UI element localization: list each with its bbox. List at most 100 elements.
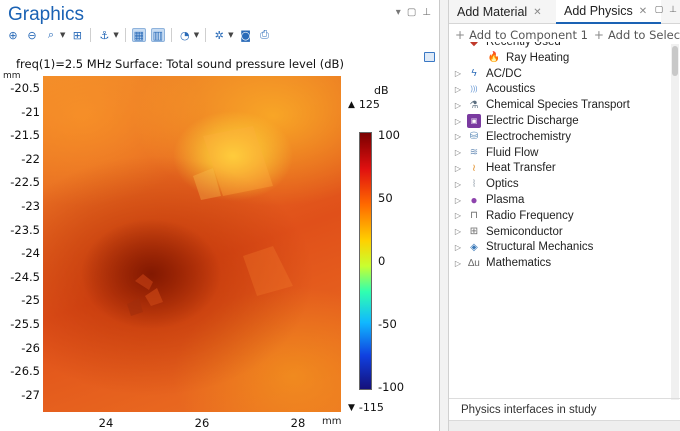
camera-icon[interactable]: ◙ <box>239 28 253 42</box>
tree-item-radio-frequency[interactable]: ▷ ⊓ Radio Frequency <box>449 208 574 224</box>
electrochemistry-icon: ⛁ <box>469 131 479 143</box>
surface-detail-overlay <box>127 126 293 316</box>
chevron-down-icon[interactable]: ▼ <box>60 31 65 39</box>
chevron-down-icon[interactable]: ▾ <box>396 7 401 18</box>
electric-discharge-icon: ▣ <box>467 114 481 128</box>
y-tick-label: -27 <box>21 387 40 402</box>
chevron-right-icon[interactable]: ▷ <box>449 69 467 78</box>
graphics-panel: Graphics ▾ ▢ ⊥ ⊕ ⊖ ⌕ ▼ ⊞ ⚓ ▼ ▦ ▥ ◔ ▼ ✲ ▼… <box>0 0 440 431</box>
rotate-icon[interactable]: ✲ <box>212 28 226 42</box>
panel-tabs: Add Material ✕ Add Physics ✕ ▢ ⊥ <box>449 0 680 24</box>
tree-item-label: Plasma <box>486 194 525 206</box>
scrollbar-thumb[interactable] <box>672 46 678 76</box>
tab-add-physics[interactable]: Add Physics ✕ <box>556 0 661 24</box>
zoom-extents-icon[interactable]: ⊞ <box>70 28 84 42</box>
tree-item-fluid-flow[interactable]: ▷ ≋ Fluid Flow <box>449 145 538 161</box>
tree-item-mathematics[interactable]: ▷ ∆u Mathematics <box>449 255 551 271</box>
tree-item-recent[interactable]: ◆ Recently Used <box>449 42 561 50</box>
plus-icon: + <box>593 28 604 42</box>
sound-pressure-surface-plot[interactable] <box>43 76 341 412</box>
heat-transfer-icon: ≀ <box>472 162 476 174</box>
tree-item-electrochemistry[interactable]: ▷ ⛁ Electrochemistry <box>449 129 571 145</box>
chevron-right-icon[interactable]: ▷ <box>449 85 467 94</box>
box-select-icon[interactable]: ▥ <box>150 28 165 42</box>
tree-item-label: Chemical Species Transport <box>486 99 630 112</box>
physics-tree: ◆ Recently Used 🔥 Ray Heating ▷ ϟ AC/DC ▷))) Aco… <box>449 42 671 287</box>
add-to-selection-button[interactable]: + Add to Selection <box>594 28 680 42</box>
chevron-right-icon[interactable]: ▷ <box>449 148 467 157</box>
chevron-right-icon[interactable]: ▷ <box>449 259 467 268</box>
scene-light-icon[interactable]: ◔ <box>178 28 192 42</box>
tree-item-heat-transfer[interactable]: ▷ ≀ Heat Transfer <box>449 160 556 176</box>
color-legend-bar <box>359 132 372 390</box>
colorbar-max: ▲ 125 <box>348 98 380 111</box>
tree-item-plasma[interactable]: ▷ ● Plasma <box>449 192 524 208</box>
graphics-title: Graphics <box>8 4 85 25</box>
view-settings-icon[interactable] <box>424 52 435 62</box>
chevron-down-icon[interactable]: ▼ <box>194 31 199 39</box>
tree-scrollbar[interactable] <box>671 44 679 400</box>
restore-window-icon[interactable]: ▢ <box>407 7 416 18</box>
colorbar-tick-label: 50 <box>378 190 393 205</box>
pin-icon[interactable]: ⊥ <box>669 5 677 15</box>
tree-item-electric-discharge[interactable]: ▷ ▣ Electric Discharge <box>449 113 579 129</box>
plus-icon: + <box>455 28 466 42</box>
chevron-down-icon[interactable]: ▼ <box>228 31 233 39</box>
y-tick-label: -22 <box>21 151 40 166</box>
close-icon[interactable]: ✕ <box>639 6 647 17</box>
plasma-icon: ● <box>470 193 478 207</box>
physics-interfaces-section[interactable]: Physics interfaces in study <box>449 398 680 420</box>
transform-icon[interactable]: ⚓ <box>97 28 111 42</box>
restore-window-icon[interactable]: ▢ <box>655 5 664 15</box>
colorbar-unit: dB <box>374 84 389 97</box>
x-tick-label: 24 <box>98 416 114 430</box>
tree-item-ray-heating[interactable]: 🔥 Ray Heating <box>469 50 570 66</box>
zoom-box-icon[interactable]: ⌕ <box>44 28 58 42</box>
acdc-icon: ϟ <box>471 68 477 80</box>
chevron-right-icon[interactable]: ▷ <box>449 117 467 126</box>
close-icon[interactable]: ✕ <box>533 7 541 18</box>
select-icon[interactable]: ▦ <box>131 28 146 42</box>
tree-item-structural[interactable]: ▷ ◈ Structural Mechanics <box>449 239 593 255</box>
colorbar-min: ▼ -115 <box>348 401 384 414</box>
chevron-right-icon[interactable]: ▷ <box>449 211 467 220</box>
chevron-right-icon[interactable]: ▷ <box>449 227 467 236</box>
tree-item-label: AC/DC <box>486 67 522 80</box>
y-tick-label: -23.5 <box>10 222 40 237</box>
x-axis-unit: mm <box>322 416 342 427</box>
tab-add-material[interactable]: Add Material ✕ <box>449 0 556 24</box>
tree-item-optics[interactable]: ▷ ⦚ Optics <box>449 176 519 192</box>
pin-icon[interactable]: ⊥ <box>422 7 431 18</box>
add-to-component-button[interactable]: + Add to Component 1 <box>455 28 588 42</box>
chevron-right-icon[interactable]: ▷ <box>449 196 467 205</box>
chevron-right-icon[interactable]: ▷ <box>449 180 467 189</box>
tree-item-semiconductor[interactable]: ▷ ⊞ Semiconductor <box>449 224 563 240</box>
add-to-component-label: Add to Component 1 <box>469 28 588 42</box>
tree-item-label: Heat Transfer <box>486 162 556 175</box>
chevron-right-icon[interactable]: ▷ <box>449 243 467 252</box>
tree-item-label: Recently Used <box>486 42 561 48</box>
tree-item-label: Optics <box>486 178 519 191</box>
tab-label: Add Physics <box>564 4 633 18</box>
tree-item-chemical[interactable]: ▷ ⚗ Chemical Species Transport <box>449 97 630 113</box>
tree-item-label: Structural Mechanics <box>486 241 594 254</box>
add-physics-panel: Add Material ✕ Add Physics ✕ ▢ ⊥ + Add t… <box>448 0 680 431</box>
tree-item-label: Electric Discharge <box>486 115 579 127</box>
y-axis-unit: mm <box>3 71 21 81</box>
y-tick-label: -24.5 <box>10 269 40 284</box>
print-icon[interactable]: ⎙ <box>258 28 272 42</box>
section-footer-bar <box>449 420 680 431</box>
optics-icon: ⦚ <box>472 178 476 190</box>
triangle-up-icon: ▲ <box>348 99 355 110</box>
chevron-right-icon[interactable]: ▷ <box>449 164 467 173</box>
chevron-right-icon[interactable]: ▷ <box>449 101 467 110</box>
toolbar-separator <box>170 28 172 42</box>
tree-item-acoustics[interactable]: ▷))) Acoustics <box>449 81 535 97</box>
chevron-down-icon[interactable]: ▼ <box>113 31 118 39</box>
add-to-selection-label: Add to Selection <box>607 28 680 42</box>
chevron-right-icon[interactable]: ▷ <box>449 132 467 141</box>
zoom-in-icon[interactable]: ⊕ <box>6 28 20 42</box>
tree-item-acdc[interactable]: ▷ ϟ AC/DC <box>449 66 522 82</box>
ray-heating-icon: 🔥 <box>487 52 501 64</box>
zoom-out-icon[interactable]: ⊖ <box>25 28 39 42</box>
